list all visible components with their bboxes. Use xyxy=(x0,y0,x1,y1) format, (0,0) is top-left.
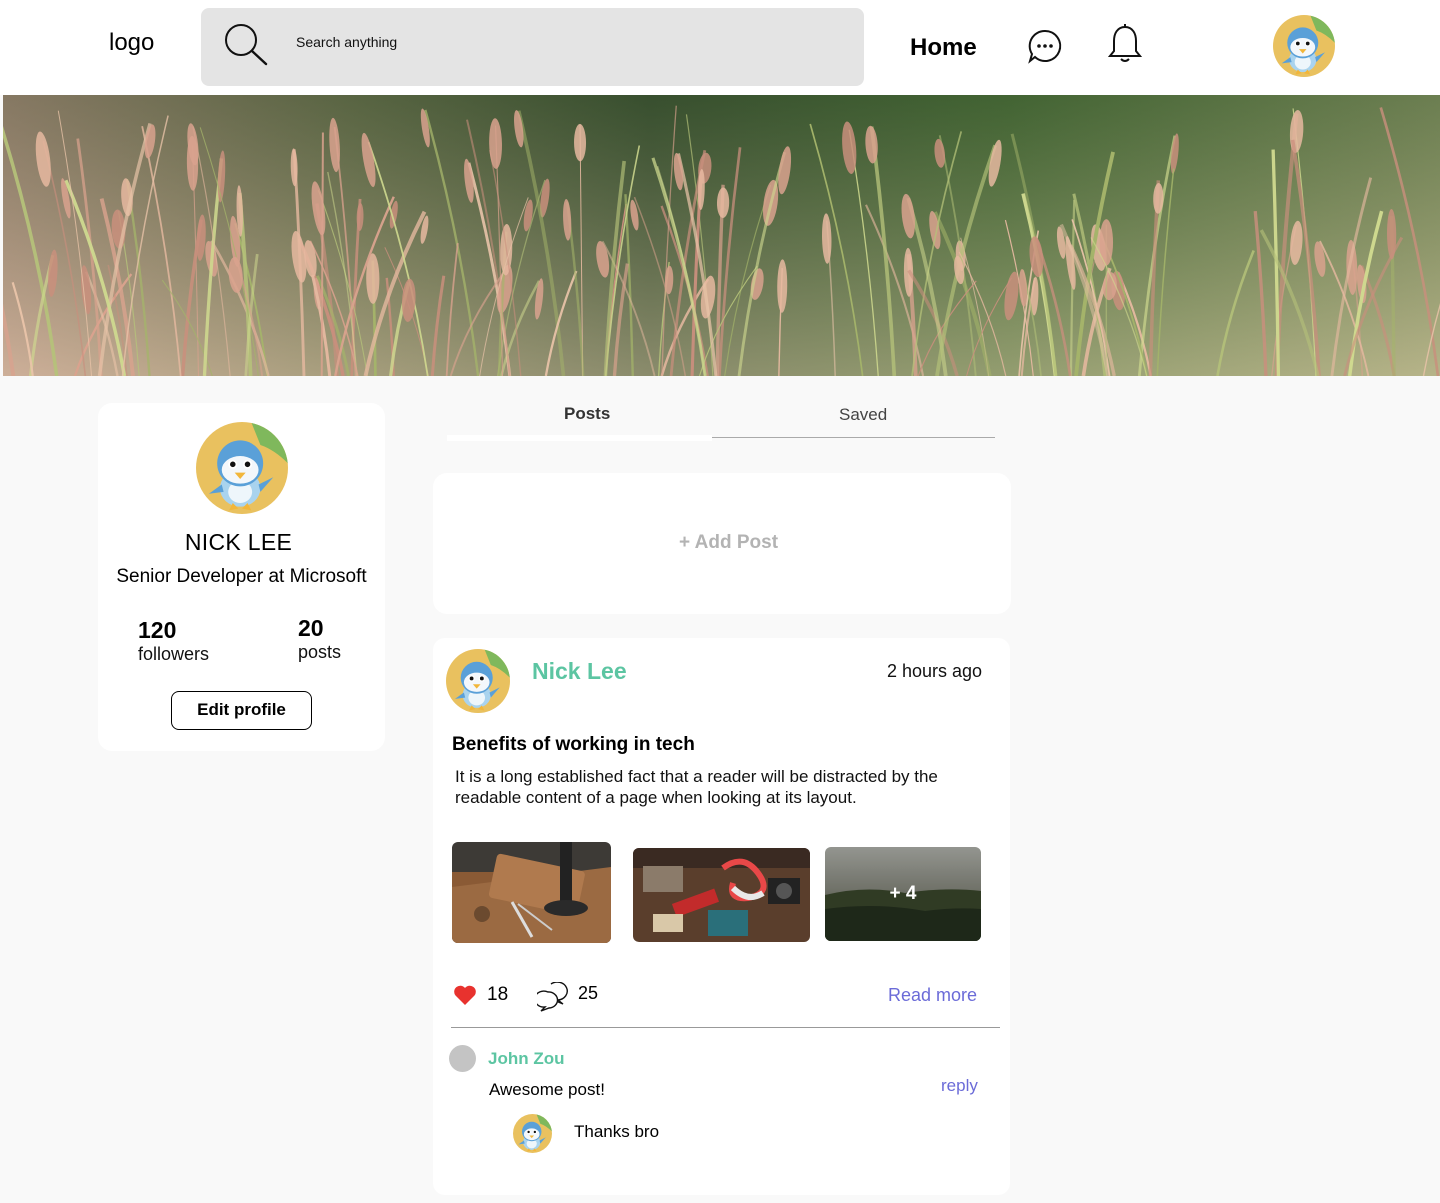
commenter-name[interactable]: John Zou xyxy=(488,1049,564,1069)
post-title: Benefits of working in tech xyxy=(452,734,695,755)
tab-divider xyxy=(712,437,995,438)
posts-stat[interactable]: 20 posts xyxy=(298,615,341,663)
edit-profile-button[interactable]: Edit profile xyxy=(171,691,312,730)
posts-label: posts xyxy=(298,642,342,662)
followers-label: followers xyxy=(138,644,210,664)
comments-icon[interactable] xyxy=(537,982,569,1012)
chat-icon[interactable] xyxy=(1027,28,1063,64)
post-divider xyxy=(451,1027,1000,1028)
post-image-tools[interactable] xyxy=(633,848,810,942)
search-input[interactable]: Search anything xyxy=(296,34,397,50)
profile-name: NICK LEE xyxy=(184,529,293,555)
cover-image xyxy=(3,95,1440,376)
reply-text: Thanks bro xyxy=(574,1122,660,1141)
logo[interactable]: logo xyxy=(109,29,154,57)
reply-author-avatar[interactable] xyxy=(513,1114,552,1153)
bell-icon[interactable] xyxy=(1106,24,1144,64)
reply-link[interactable]: reply xyxy=(941,1076,978,1096)
search-bar[interactable]: Search anything xyxy=(201,8,864,86)
followers-count: 120 xyxy=(138,617,177,643)
post-author-name[interactable]: Nick Lee xyxy=(532,658,627,685)
posts-count: 20 xyxy=(298,615,324,641)
profile-avatar xyxy=(196,422,288,514)
comment-text: Awesome post! xyxy=(489,1080,605,1099)
add-post-box[interactable]: + Add Post xyxy=(433,473,1011,614)
search-icon[interactable] xyxy=(223,22,269,68)
like-count: 18 xyxy=(487,984,509,1005)
user-avatar[interactable] xyxy=(1273,15,1335,77)
post-timestamp: 2 hours ago xyxy=(887,661,983,681)
more-images-label[interactable]: + 4 xyxy=(825,883,981,905)
profile-title: Senior Developer at Microsoft xyxy=(116,566,367,587)
profile-card: NICK LEE Senior Developer at Microsoft 1… xyxy=(98,403,385,751)
post-body: It is a long established fact that a rea… xyxy=(455,767,938,807)
followers-stat[interactable]: 120 followers xyxy=(138,617,209,665)
post-image-desk[interactable] xyxy=(452,842,611,943)
nav-home-link[interactable]: Home xyxy=(910,34,977,62)
heart-icon[interactable] xyxy=(453,984,477,1006)
commenter-avatar[interactable] xyxy=(449,1045,476,1072)
tab-posts[interactable]: Posts xyxy=(564,404,610,424)
comment-count: 25 xyxy=(578,983,599,1003)
tab-active-indicator xyxy=(447,435,712,441)
add-post-label: + Add Post xyxy=(679,532,779,553)
read-more-link[interactable]: Read more xyxy=(888,985,977,1006)
top-bar: logo Search anything Home xyxy=(0,0,1440,95)
post-author-avatar[interactable] xyxy=(446,649,510,713)
post-image-landscape[interactable]: + 4 xyxy=(825,847,981,941)
tab-saved[interactable]: Saved xyxy=(839,405,887,425)
post-card: Nick Lee 2 hours ago Benefits of working… xyxy=(433,638,1010,1195)
